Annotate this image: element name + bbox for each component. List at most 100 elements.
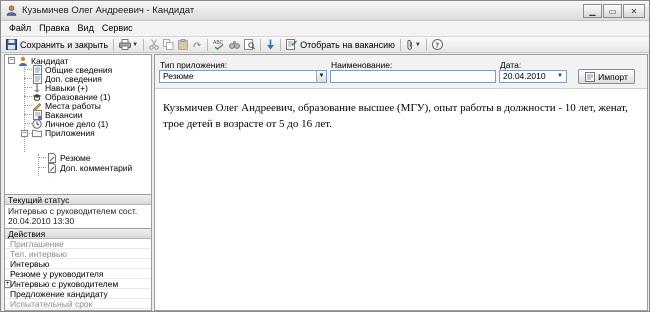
current-status-text: Интервью с руководителем сост. 20.04.201… bbox=[8, 206, 138, 226]
toolbar-separator bbox=[113, 38, 115, 51]
toolbar-separator bbox=[260, 38, 262, 51]
tree-guide-line bbox=[24, 96, 32, 97]
menu-edit[interactable]: Правка bbox=[35, 21, 73, 36]
spellcheck-button[interactable]: ABC bbox=[211, 38, 227, 52]
menu-view[interactable]: Вид bbox=[74, 21, 98, 36]
title-bar: Кузьмичев Олег Андреевич - Кандидат ▁ ▭ … bbox=[1, 1, 649, 21]
toolbar-separator bbox=[280, 38, 282, 51]
date-label: Дата: bbox=[500, 60, 522, 70]
tree-guide-line bbox=[24, 78, 32, 79]
window-controls: ▁ ▭ ✕ bbox=[583, 4, 645, 18]
tree-item-label: Резюме bbox=[60, 153, 91, 163]
svg-text:?: ? bbox=[435, 41, 439, 49]
menu-bar: Файл Правка Вид Сервис bbox=[1, 21, 649, 36]
assign-vacancy-button[interactable]: Отобрать на вакансию bbox=[284, 38, 397, 52]
maximize-button[interactable]: ▭ bbox=[603, 4, 622, 18]
action-phone-interview[interactable]: Тел. интервью bbox=[5, 249, 151, 259]
tree-collapse-toggle[interactable]: − bbox=[21, 130, 28, 137]
find-button[interactable] bbox=[227, 38, 242, 52]
attachment-document-icon bbox=[47, 163, 57, 173]
action-interview[interactable]: Интервью bbox=[5, 259, 151, 269]
tree-guide-line bbox=[38, 167, 46, 168]
paperclip-icon bbox=[407, 39, 412, 50]
expand-icon: + bbox=[4, 280, 11, 288]
redo-arrow-icon bbox=[193, 42, 202, 48]
print-preview-button[interactable] bbox=[242, 38, 257, 52]
candidate-tree: − Кандидат Общие сведения Доп. сведения bbox=[5, 55, 151, 191]
maximize-icon: ▭ bbox=[608, 6, 617, 16]
tree-guide-line bbox=[24, 105, 32, 106]
folder-icon bbox=[32, 128, 42, 138]
action-interview-with-manager[interactable]: + Интервью с руководителем bbox=[4, 279, 151, 289]
name-label: Наименование: bbox=[331, 60, 393, 70]
close-button[interactable]: ✕ bbox=[623, 4, 645, 18]
tree-guide-line bbox=[24, 123, 32, 124]
app-person-icon bbox=[6, 5, 17, 16]
tree-item-attachments[interactable]: Приложения bbox=[32, 128, 95, 138]
attachment-content-text[interactable]: Кузьмичев Олег Андреевич, образование вы… bbox=[163, 100, 633, 132]
action-label: Интервью с руководителем bbox=[10, 279, 119, 289]
copy-button[interactable] bbox=[161, 38, 176, 52]
date-picker[interactable]: 20.04.2010 ▼ bbox=[499, 70, 567, 83]
printer-icon bbox=[119, 39, 132, 50]
date-value: 20.04.2010 bbox=[503, 71, 546, 81]
person-icon bbox=[18, 56, 28, 66]
tree-item-label: Приложения bbox=[45, 128, 95, 138]
actions-list: Приглашение Тел. интервью Интервью Резюм… bbox=[4, 239, 151, 309]
tree-guide-line bbox=[24, 69, 32, 70]
chevron-down-icon: ▼ bbox=[316, 71, 326, 82]
move-down-button[interactable] bbox=[264, 38, 277, 52]
toolbar-separator bbox=[207, 38, 209, 51]
arrow-down-icon bbox=[267, 39, 275, 50]
action-offer-to-candidate[interactable]: Предложение кандидату bbox=[5, 289, 151, 299]
tree-item-label: Доп. комментарий bbox=[60, 163, 133, 173]
toolbar-separator bbox=[425, 38, 427, 51]
binoculars-icon bbox=[229, 41, 240, 49]
current-status-header: Текущий статус bbox=[5, 194, 151, 205]
vacancy-document-icon bbox=[286, 39, 298, 50]
name-input[interactable] bbox=[330, 70, 496, 83]
action-probation[interactable]: Испытательный срок bbox=[5, 299, 151, 309]
print-button[interactable]: ▼ bbox=[117, 38, 140, 52]
redo-button[interactable] bbox=[190, 38, 204, 52]
attachment-type-label: Тип приложения: bbox=[160, 60, 228, 70]
chevron-down-icon: ▼ bbox=[557, 73, 563, 79]
attachment-type-value: Резюме bbox=[163, 71, 194, 81]
tree-item-extra-comment[interactable]: Доп. комментарий bbox=[47, 163, 132, 173]
help-button[interactable]: ? bbox=[430, 38, 445, 52]
tree-guide-line bbox=[38, 157, 46, 158]
action-invitation[interactable]: Приглашение bbox=[5, 239, 151, 249]
attachment-editor-panel: Тип приложения: Резюме ▼ Наименование: Д… bbox=[154, 54, 648, 311]
save-close-button[interactable]: Сохранить и закрыть bbox=[4, 38, 110, 52]
import-label: Импорт bbox=[598, 71, 628, 82]
save-close-label: Сохранить и закрыть bbox=[20, 39, 109, 50]
import-button[interactable]: Импорт bbox=[578, 69, 635, 84]
menu-service[interactable]: Сервис bbox=[98, 21, 137, 36]
left-navigation-panel: − Кандидат Общие сведения Доп. сведения bbox=[4, 54, 152, 311]
scissors-icon bbox=[149, 39, 159, 50]
candidate-window: Кузьмичев Олег Андреевич - Кандидат ▁ ▭ … bbox=[0, 0, 650, 312]
chevron-down-icon: ▼ bbox=[132, 41, 139, 48]
toolbar-separator bbox=[143, 38, 145, 51]
spellcheck-icon: ABC bbox=[213, 40, 224, 50]
minimize-button[interactable]: ▁ bbox=[583, 4, 602, 18]
tree-item-resume[interactable]: Резюме bbox=[47, 153, 91, 163]
toolbar: Сохранить и закрыть ▼ ABC Отобрать на ва… bbox=[1, 36, 649, 53]
clipboard-icon bbox=[178, 39, 189, 50]
floppy-disk-icon bbox=[6, 39, 17, 50]
actions-header: Действия bbox=[5, 228, 151, 239]
tree-collapse-toggle[interactable]: − bbox=[8, 57, 15, 64]
import-icon bbox=[585, 71, 596, 82]
help-icon: ? bbox=[431, 39, 443, 50]
close-icon: ✕ bbox=[630, 6, 638, 16]
paste-button[interactable] bbox=[176, 38, 190, 52]
minimize-icon: ▁ bbox=[589, 6, 596, 16]
cut-button[interactable] bbox=[147, 38, 161, 52]
action-resume-to-manager[interactable]: Резюме у руководителя bbox=[5, 269, 151, 279]
attachment-type-select[interactable]: Резюме ▼ bbox=[159, 70, 327, 83]
tree-guide-line bbox=[24, 87, 32, 88]
window-title: Кузьмичев Олег Андреевич - Кандидат bbox=[22, 5, 195, 16]
attach-button[interactable]: ▼ bbox=[404, 38, 423, 52]
menu-file[interactable]: Файл bbox=[5, 21, 35, 36]
assign-vacancy-label: Отобрать на вакансию bbox=[300, 39, 395, 50]
